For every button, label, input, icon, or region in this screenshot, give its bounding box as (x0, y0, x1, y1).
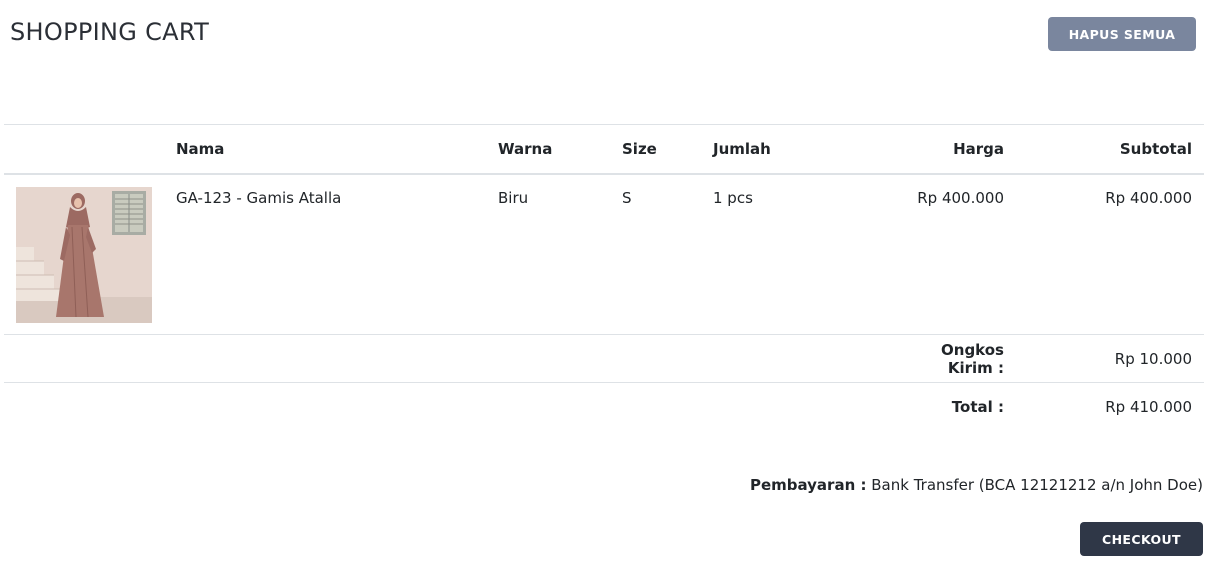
payment-method: Bank Transfer (BCA 12121212 a/n John Doe… (871, 476, 1203, 494)
clear-all-button[interactable]: HAPUS SEMUA (1048, 17, 1196, 51)
item-quantity: 1 pcs (713, 188, 753, 207)
total-label: Total : (951, 397, 1004, 416)
total-row: Total : Rp 410.000 (4, 383, 1204, 431)
page-title: SHOPPING CART (10, 18, 210, 46)
table-header-row: Nama Warna Size Jumlah Harga Subtotal (4, 124, 1204, 174)
checkout-button[interactable]: CHECKOUT (1080, 522, 1203, 556)
item-size: S (622, 188, 632, 207)
item-color: Biru (498, 188, 529, 207)
shipping-label: Ongkos Kirim : (941, 340, 1004, 377)
column-header-size: Size (622, 139, 657, 158)
table-row: GA-123 - Gamis Atalla Biru S 1 pcs Rp 40… (4, 174, 1204, 335)
column-header-price: Harga (953, 139, 1004, 158)
cart-table: Nama Warna Size Jumlah Harga Subtotal GA… (4, 124, 1204, 431)
column-header-image (4, 125, 164, 174)
item-name: GA-123 - Gamis Atalla (176, 188, 342, 207)
shipping-value: Rp 10.000 (1114, 349, 1192, 368)
column-header-name: Nama (176, 139, 225, 158)
item-price: Rp 400.000 (917, 188, 1004, 207)
shopping-cart-page: SHOPPING CART HAPUS SEMUA Nama Warna Siz… (0, 0, 1216, 579)
column-header-color: Warna (498, 139, 553, 158)
shipping-row: Ongkos Kirim : Rp 10.000 (4, 335, 1204, 383)
item-subtotal: Rp 400.000 (1105, 188, 1192, 207)
total-value: Rp 410.000 (1105, 397, 1192, 416)
column-header-quantity: Jumlah (713, 139, 771, 158)
column-header-subtotal: Subtotal (1119, 139, 1192, 158)
payment-info: Pembayaran : Bank Transfer (BCA 12121212… (750, 476, 1203, 494)
product-image (16, 186, 152, 323)
product-image-cell (4, 174, 164, 335)
payment-label: Pembayaran : (749, 476, 867, 494)
